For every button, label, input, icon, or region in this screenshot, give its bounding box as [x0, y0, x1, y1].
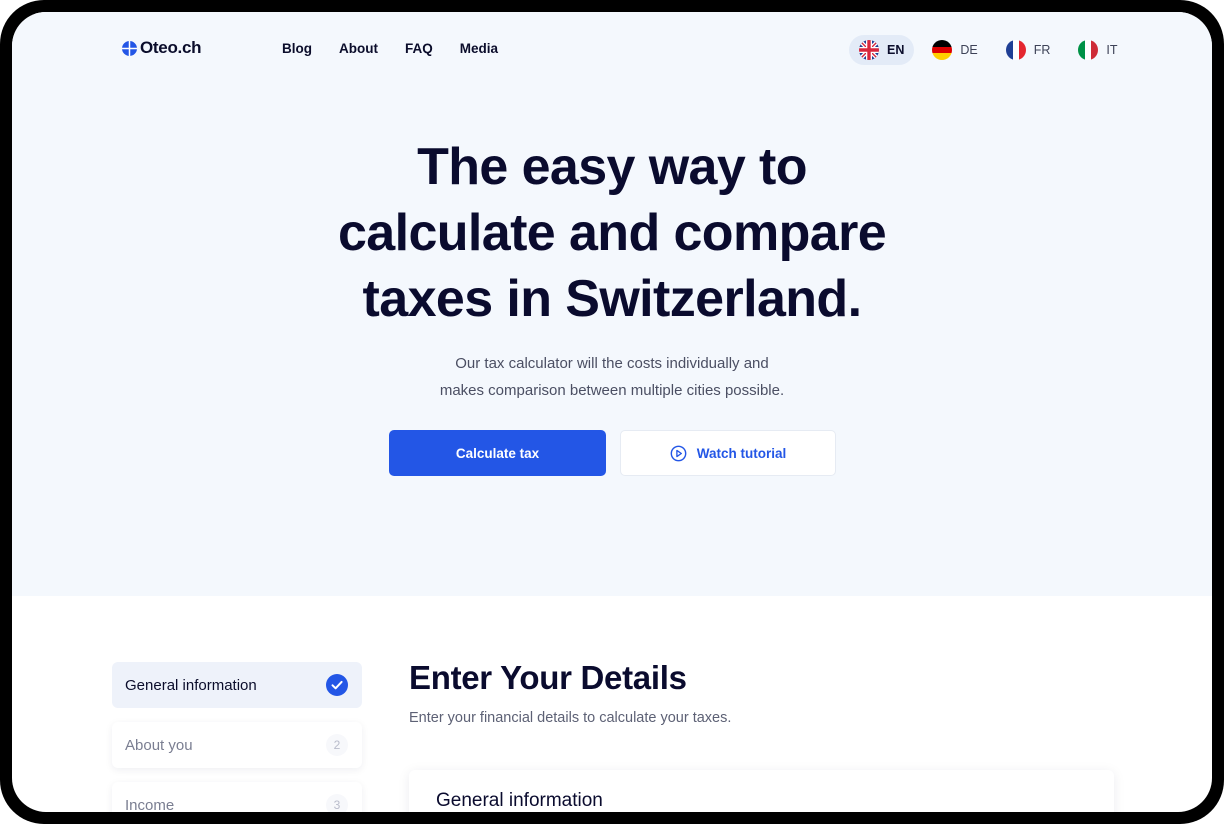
nav-link-media[interactable]: Media: [460, 41, 498, 56]
step-label: General information: [125, 676, 257, 694]
calculate-tax-button[interactable]: Calculate tax: [389, 430, 606, 476]
headline-line-2: calculate and compare: [337, 204, 887, 262]
language-switcher: EN DE FR IT: [849, 35, 1136, 65]
page: Oteo.ch Blog About FAQ Media EN DE FR IT…: [12, 12, 1212, 812]
nav-link-blog[interactable]: Blog: [282, 41, 312, 56]
check-circle-icon: [326, 674, 348, 696]
step-label: Income: [125, 796, 175, 813]
headline-line-3: taxes in Switzerland.: [362, 270, 863, 328]
logo-mark-icon: [122, 40, 137, 56]
step-number: 2: [326, 734, 348, 756]
card-title: General information: [436, 790, 603, 811]
headline-line-1: The easy way to: [417, 138, 807, 196]
nav-link-faq[interactable]: FAQ: [405, 41, 433, 56]
germany-flag-icon: [932, 40, 953, 60]
watch-tutorial-label: Watch tutorial: [696, 445, 787, 461]
uk-flag-icon: [859, 40, 879, 60]
language-option-de[interactable]: DE: [922, 35, 987, 65]
language-option-it[interactable]: IT: [1068, 35, 1127, 65]
play-circle-icon: [670, 445, 687, 461]
brand-name: Oteo.ch: [140, 38, 202, 57]
language-code: FR: [1033, 43, 1051, 57]
device-frame: Oteo.ch Blog About FAQ Media EN DE FR IT…: [0, 0, 1224, 824]
step-general-information[interactable]: General information: [112, 662, 362, 708]
steps-sidebar: General information About you 2 Income 3: [112, 662, 362, 812]
main-nav: Blog About FAQ Media: [282, 41, 498, 56]
step-label: About you: [125, 736, 193, 754]
language-option-en[interactable]: EN: [849, 35, 915, 65]
watch-tutorial-button[interactable]: Watch tutorial: [620, 430, 836, 476]
hero-headline: The easy way to calculate and compare ta…: [12, 134, 1212, 332]
top-navigation: Oteo.ch Blog About FAQ Media EN DE FR IT: [12, 12, 1212, 88]
hero-subtitle: Our tax calculator will the costs indivi…: [12, 350, 1212, 404]
language-code: IT: [1106, 43, 1118, 57]
details-title: Enter Your Details: [409, 659, 687, 696]
details-header: Enter Your Details Enter your financial …: [409, 658, 731, 726]
hero-actions: Calculate tax Watch tutorial: [389, 430, 836, 476]
language-code: DE: [960, 43, 978, 57]
step-income[interactable]: Income 3: [112, 782, 362, 812]
france-flag-icon: [1005, 40, 1026, 60]
language-option-fr[interactable]: FR: [996, 35, 1061, 65]
subtitle-line-2: makes comparison between multiple cities…: [439, 382, 785, 399]
language-code: EN: [887, 43, 905, 57]
italy-flag-icon: [1078, 40, 1099, 60]
hero-section: Oteo.ch Blog About FAQ Media EN DE FR IT…: [12, 12, 1212, 596]
general-information-card: General information: [409, 770, 1114, 812]
subtitle-line-1: Our tax calculator will the costs indivi…: [455, 355, 769, 372]
brand-logo[interactable]: Oteo.ch: [122, 38, 201, 58]
step-number: 3: [326, 794, 348, 812]
details-description: Enter your financial details to calculat…: [409, 710, 732, 726]
step-about-you[interactable]: About you 2: [112, 722, 362, 768]
nav-link-about[interactable]: About: [339, 41, 378, 56]
